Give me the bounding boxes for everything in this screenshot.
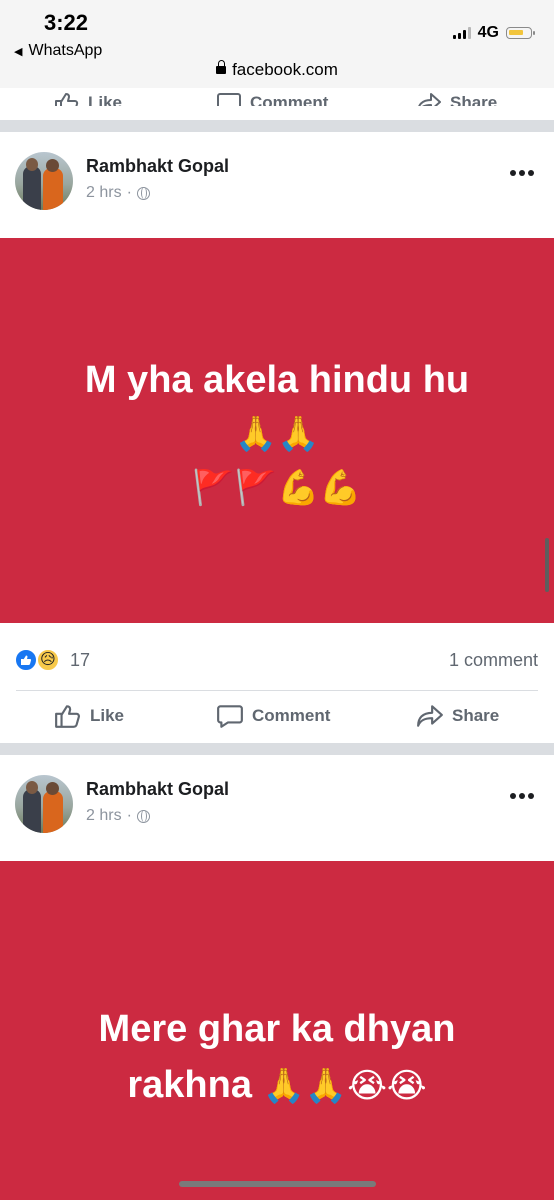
post-text: M yha akela hindu hu — [84, 359, 470, 401]
thumbs-up-icon — [55, 705, 80, 728]
status-bar: 3:22 ◀ WhatsApp 4G facebook.com — [0, 0, 554, 88]
more-options-button[interactable] — [510, 793, 534, 799]
reaction-count[interactable]: 17 — [70, 650, 90, 671]
globe-icon — [136, 809, 150, 823]
meta-dot: · — [126, 807, 132, 824]
prev-share-button[interactable]: Share — [416, 88, 497, 106]
prev-share-label: Share — [450, 93, 498, 106]
post-header: Rambhakt Gopal 2 hrs · — [0, 134, 554, 238]
post-emoji-line: 🙏🙏😭😭 — [262, 1067, 427, 1105]
status-time: 3:22 — [44, 10, 89, 35]
like-button[interactable]: Like — [54, 691, 124, 741]
prev-comment-label: Comment — [250, 93, 329, 106]
speech-bubble-icon — [217, 705, 243, 728]
post-separator — [0, 120, 554, 132]
like-label: Like — [90, 706, 125, 725]
globe-icon — [136, 186, 150, 200]
post-time[interactable]: 2 hrs — [86, 184, 122, 202]
post-author[interactable]: Rambhakt Gopal — [86, 779, 229, 800]
battery-icon — [506, 27, 535, 39]
previous-post-actions: Like Comment Share — [0, 88, 554, 106]
post-header: Rambhakt Gopal 2 hrs · — [0, 757, 554, 861]
post-actions: Like Comment Share — [0, 691, 554, 741]
post-content[interactable]: M yha akela hindu hu 🙏🙏 🚩🚩💪💪 — [0, 238, 554, 623]
more-dots-icon — [510, 170, 516, 176]
avatar[interactable] — [15, 152, 73, 210]
url-text: facebook.com — [232, 60, 338, 79]
back-app-label: WhatsApp — [28, 42, 103, 59]
address-bar[interactable]: facebook.com — [0, 60, 554, 80]
back-triangle-icon: ◀ — [14, 45, 23, 58]
reactions-bar: 😥 17 1 comment — [0, 630, 554, 696]
home-indicator[interactable] — [179, 1181, 376, 1187]
comment-count[interactable]: 1 comment — [449, 650, 538, 671]
prev-like-button[interactable]: Like — [54, 88, 122, 106]
prev-comment-button[interactable]: Comment — [216, 88, 328, 106]
post-meta: 2 hrs · — [86, 184, 150, 202]
network-label: 4G — [477, 24, 499, 41]
share-label: Share — [452, 706, 500, 725]
post-meta: 2 hrs · — [86, 807, 150, 825]
comment-button[interactable]: Comment — [216, 691, 330, 741]
post-time[interactable]: 2 hrs — [86, 807, 122, 825]
scrollbar[interactable] — [545, 538, 549, 592]
comment-label: Comment — [252, 706, 331, 725]
post-text-line: rakhna 🙏🙏😭😭 — [0, 1061, 554, 1110]
avatar[interactable] — [15, 775, 73, 833]
share-button[interactable]: Share — [416, 691, 499, 741]
share-arrow-icon — [417, 705, 443, 727]
post-separator — [0, 743, 554, 755]
prev-like-label: Like — [88, 93, 123, 106]
post-author[interactable]: Rambhakt Gopal — [86, 156, 229, 177]
post-emoji-line: 🙏🙏 — [234, 415, 320, 453]
thumbs-up-icon — [55, 93, 79, 106]
more-options-button[interactable] — [510, 170, 534, 176]
share-arrow-icon — [418, 93, 441, 106]
sad-reaction-icon[interactable]: 😥 — [36, 648, 60, 672]
post-text-line-2: rakhna — [127, 1064, 252, 1106]
speech-bubble-icon — [217, 93, 241, 106]
status-indicators: 4G — [452, 24, 535, 42]
lock-icon — [216, 60, 227, 74]
back-to-app-button[interactable]: ◀ WhatsApp — [14, 42, 102, 60]
like-reaction-icon[interactable] — [14, 648, 38, 672]
post-emoji-line: 🚩🚩💪💪 — [192, 469, 362, 507]
post-text: Mere ghar ka dhyan — [98, 1008, 456, 1050]
more-dots-icon — [510, 793, 516, 799]
meta-dot: · — [126, 184, 132, 201]
post-content[interactable]: Mere ghar ka dhyan rakhna 🙏🙏😭😭 — [0, 861, 554, 1200]
signal-strength-icon — [452, 27, 471, 39]
